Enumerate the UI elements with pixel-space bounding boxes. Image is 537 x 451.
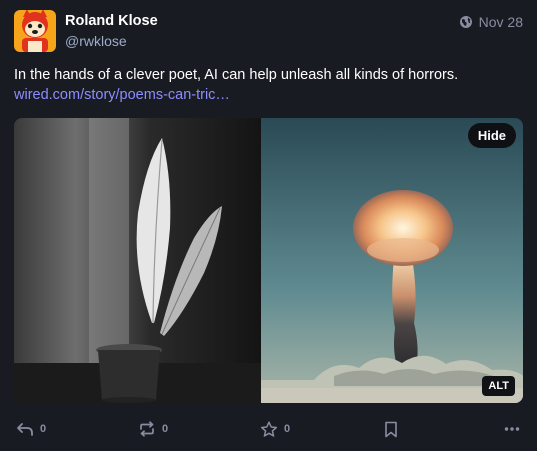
- author-handle[interactable]: @rwklose: [65, 33, 127, 49]
- post-text: In the hands of a clever poet, AI can he…: [14, 67, 459, 83]
- post-meta: Nov 28: [459, 14, 523, 30]
- favourite-button[interactable]: 0: [260, 414, 290, 444]
- cartoon-fox-avatar-icon: [14, 10, 56, 52]
- reply-icon: [17, 423, 33, 436]
- status-post: Roland Klose @rwklose Nov 28 In the hand…: [0, 0, 537, 451]
- star-icon: [260, 420, 278, 437]
- author-display-name[interactable]: Roland Klose: [65, 13, 158, 29]
- post-timestamp[interactable]: Nov 28: [479, 14, 523, 30]
- post-link[interactable]: wired.com/story/poems-can-tric…: [14, 85, 524, 105]
- quill-feathers-image: [14, 118, 261, 403]
- avatar[interactable]: [14, 10, 56, 52]
- boost-button[interactable]: 0: [138, 414, 168, 444]
- reply-button[interactable]: 0: [16, 414, 46, 444]
- boost-icon: [140, 421, 154, 437]
- media-gallery[interactable]: Hide ALT: [14, 118, 523, 403]
- more-icon: [504, 427, 520, 431]
- reply-count: 0: [40, 423, 47, 435]
- more-button[interactable]: [504, 414, 520, 444]
- favourite-count: 0: [284, 423, 291, 435]
- post-content: In the hands of a clever poet, AI can he…: [14, 65, 524, 105]
- hide-media-button[interactable]: Hide: [467, 123, 516, 148]
- media-images: [14, 118, 523, 403]
- mushroom-cloud-image: [261, 118, 523, 403]
- globe-icon: [459, 16, 472, 28]
- bookmark-icon: [385, 421, 397, 437]
- bookmark-button[interactable]: [383, 414, 399, 444]
- alt-text-badge[interactable]: ALT: [482, 376, 515, 396]
- boost-count: 0: [162, 423, 169, 435]
- action-bar: 0 0 0: [14, 414, 524, 444]
